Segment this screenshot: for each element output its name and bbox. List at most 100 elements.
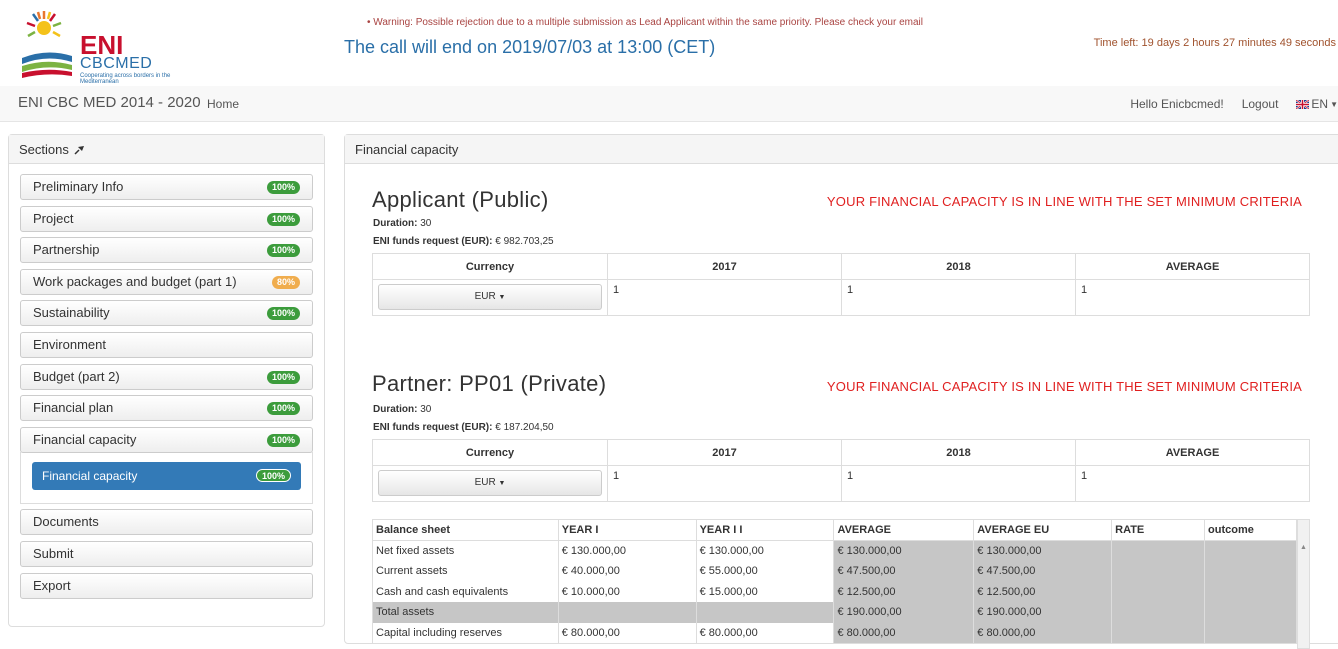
year-1-value[interactable]: € 80.000,00 bbox=[557, 622, 697, 643]
balance-sheet-table: Balance sheet YEAR I YEAR I I AVERAGE AV… bbox=[372, 519, 1297, 643]
value-2017[interactable]: 1 bbox=[607, 465, 842, 502]
section-documents[interactable]: Documents bbox=[20, 509, 313, 536]
row-label: Total assets bbox=[372, 602, 559, 623]
table-row: Capital including reserves € 80.000,00 €… bbox=[372, 622, 1297, 643]
caret-down-icon: ▼ bbox=[498, 480, 506, 487]
value-2018[interactable]: 1 bbox=[841, 279, 1076, 316]
section-label: Sustainability bbox=[33, 305, 110, 321]
value-2017[interactable]: 1 bbox=[607, 279, 842, 316]
year-2-value[interactable]: € 55.000,00 bbox=[695, 561, 835, 582]
average-eu-value: € 190.000,00 bbox=[973, 602, 1113, 623]
row-label: Current assets bbox=[372, 561, 559, 582]
table-scrollbar[interactable]: ▲ bbox=[1297, 519, 1310, 649]
top-navbar: ENI CBC MED 2014 - 2020 Home Hello Enicb… bbox=[0, 86, 1338, 122]
duration-value: 30 bbox=[420, 218, 432, 229]
partner-capacity-table: Currency 2017 2018 AVERAGE EUR ▼ 1 1 1 bbox=[372, 439, 1310, 502]
section-submit[interactable]: Submit bbox=[20, 540, 313, 567]
sections-list: Preliminary Info 100% Project 100% Partn… bbox=[9, 164, 324, 599]
applicant-duration: Duration: 30 bbox=[373, 218, 431, 229]
col-average-eu: AVERAGE EU bbox=[973, 519, 1113, 541]
eni-cbcmed-logo[interactable]: ENI CBCMED Cooperating across borders in… bbox=[22, 10, 172, 85]
outcome-value bbox=[1204, 622, 1297, 643]
section-work-packages[interactable]: Work packages and budget (part 1) 80% bbox=[20, 268, 313, 295]
section-budget-part2[interactable]: Budget (part 2) 100% bbox=[20, 363, 313, 390]
applicant-capacity-table: Currency 2017 2018 AVERAGE EUR ▼ 1 1 1 bbox=[372, 253, 1310, 316]
subsection-financial-capacity[interactable]: Financial capacity 100% bbox=[32, 462, 301, 491]
section-label: Export bbox=[33, 577, 71, 593]
year-1-value[interactable]: € 10.000,00 bbox=[557, 581, 697, 602]
outcome-value bbox=[1204, 602, 1297, 623]
sections-header: Sections bbox=[9, 135, 324, 164]
sections-title: Sections bbox=[19, 141, 69, 157]
year-1-value[interactable]: € 130.000,00 bbox=[557, 540, 697, 561]
section-project[interactable]: Project 100% bbox=[20, 205, 313, 232]
progress-badge: 100% bbox=[266, 307, 300, 321]
year-1-value[interactable]: € 40.000,00 bbox=[557, 561, 697, 582]
col-currency: Currency bbox=[372, 253, 608, 280]
year-2-value[interactable]: € 80.000,00 bbox=[695, 622, 835, 643]
row-label: Capital including reserves bbox=[372, 622, 559, 643]
section-sustainability[interactable]: Sustainability 100% bbox=[20, 300, 313, 327]
scroll-up-icon[interactable]: ▲ bbox=[1298, 544, 1309, 551]
rate-value bbox=[1111, 622, 1206, 643]
progress-badge: 100% bbox=[266, 370, 300, 384]
section-environment[interactable]: Environment bbox=[20, 331, 313, 358]
navbar-brand[interactable]: ENI CBC MED 2014 - 2020 bbox=[18, 94, 201, 111]
navbar-right: Hello Enicbcmed! Logout EN ▼ bbox=[1130, 97, 1338, 111]
financial-capacity-subsections: Financial capacity 100% bbox=[20, 452, 313, 505]
year-2-value[interactable]: € 15.000,00 bbox=[695, 581, 835, 602]
section-label: Submit bbox=[33, 545, 74, 561]
time-left-countdown: Time left: 19 days 2 hours 27 minutes 49… bbox=[1093, 37, 1336, 49]
hello-user[interactable]: Hello Enicbcmed! bbox=[1130, 97, 1223, 111]
panel-title: Financial capacity bbox=[345, 135, 1338, 164]
subsection-label: Financial capacity bbox=[42, 469, 138, 484]
duration-label: Duration: bbox=[373, 404, 418, 415]
col-average: AVERAGE bbox=[833, 519, 975, 541]
section-preliminary-info[interactable]: Preliminary Info 100% bbox=[20, 174, 313, 200]
duration-value: 30 bbox=[420, 404, 432, 415]
section-partnership[interactable]: Partnership 100% bbox=[20, 237, 313, 264]
col-average: AVERAGE bbox=[1075, 253, 1310, 280]
currency-value: EUR bbox=[474, 477, 496, 488]
section-financial-plan[interactable]: Financial plan 100% bbox=[20, 395, 313, 422]
uk-flag-icon bbox=[1296, 99, 1310, 109]
progress-badge: 100% bbox=[266, 433, 300, 447]
currency-value: EUR bbox=[474, 291, 496, 302]
progress-badge: 100% bbox=[266, 212, 300, 226]
currency-dropdown[interactable]: EUR ▼ bbox=[378, 470, 602, 496]
value-average: 1 bbox=[1075, 279, 1310, 316]
currency-dropdown[interactable]: EUR ▼ bbox=[378, 284, 602, 310]
partner-funds: ENI funds request (EUR): € 187.204,50 bbox=[373, 422, 554, 433]
applicant-funds: ENI funds request (EUR): € 982.703,25 bbox=[373, 236, 554, 247]
partner-criteria-status: YOUR FINANCIAL CAPACITY IS IN LINE WITH … bbox=[826, 379, 1302, 394]
rate-value bbox=[1111, 561, 1206, 582]
average-eu-value: € 80.000,00 bbox=[973, 622, 1113, 643]
rate-value bbox=[1111, 581, 1206, 602]
partner-title: Partner: PP01 (Private) bbox=[372, 371, 607, 396]
section-financial-capacity[interactable]: Financial capacity 100% bbox=[20, 426, 313, 453]
average-value: € 130.000,00 bbox=[833, 540, 975, 561]
section-label: Financial plan bbox=[33, 400, 114, 416]
language-dropdown[interactable]: EN ▼ bbox=[1296, 97, 1338, 111]
rate-value bbox=[1111, 602, 1206, 623]
progress-badge: 100% bbox=[266, 402, 300, 416]
rate-value bbox=[1111, 540, 1206, 561]
row-label: Net fixed assets bbox=[372, 540, 559, 561]
section-label: Work packages and budget (part 1) bbox=[33, 273, 237, 289]
col-balance-sheet: Balance sheet bbox=[372, 519, 559, 541]
section-label: Budget (part 2) bbox=[33, 368, 120, 384]
col-2018: 2018 bbox=[841, 253, 1076, 280]
outcome-value bbox=[1204, 540, 1297, 561]
pin-icon[interactable] bbox=[73, 143, 86, 156]
col-year-2: YEAR I I bbox=[695, 519, 835, 541]
col-year-1: YEAR I bbox=[557, 519, 697, 541]
year-2-value[interactable]: € 130.000,00 bbox=[695, 540, 835, 561]
average-value: € 190.000,00 bbox=[833, 602, 975, 623]
logo-tagline: Cooperating across borders in the Medite… bbox=[80, 73, 171, 85]
logout-link[interactable]: Logout bbox=[1242, 97, 1279, 111]
nav-home-link[interactable]: Home bbox=[207, 97, 239, 111]
section-export[interactable]: Export bbox=[20, 572, 313, 599]
call-end-notice: The call will end on 2019/07/03 at 13:00… bbox=[344, 37, 716, 57]
value-2018[interactable]: 1 bbox=[841, 465, 1076, 502]
section-label: Preliminary Info bbox=[33, 179, 124, 194]
